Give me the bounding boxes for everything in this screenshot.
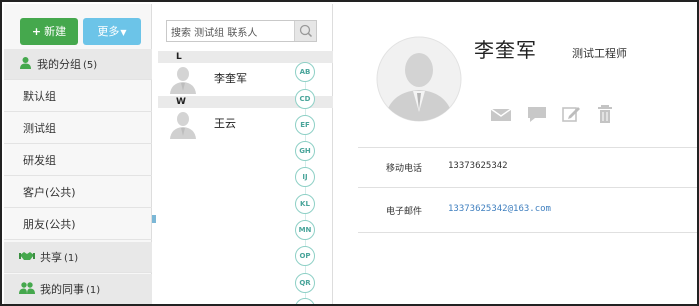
- sidebar-item-label: 研发组: [23, 154, 56, 167]
- new-contact-button[interactable]: + 新建: [20, 18, 78, 45]
- contact-name-heading: 李奎军: [474, 38, 537, 62]
- my-groups-header[interactable]: 我的分组 (5): [4, 49, 152, 80]
- delete-action-button[interactable]: [595, 104, 617, 124]
- more-button-label: 更多: [97, 25, 120, 38]
- handshake-icon: [19, 243, 35, 274]
- trash-icon: [598, 105, 612, 123]
- contact-name: 王云: [214, 117, 236, 130]
- alphabet-index-op[interactable]: OP: [295, 246, 315, 266]
- sidebar-item-label: 朋友(公共): [23, 218, 76, 231]
- group-sidebar: + 新建 更多▼ 我的分组 (5) 默认组 测试组 研发组 客户(公共) 朋友(公共…: [4, 4, 152, 304]
- more-button[interactable]: 更多▼: [83, 18, 141, 45]
- sidebar-resize-handle[interactable]: [152, 215, 156, 223]
- sidebar-item-label: 客户(公共): [23, 186, 76, 199]
- plus-icon: +: [31, 25, 42, 38]
- search-box: [166, 20, 317, 44]
- avatar: [168, 109, 198, 139]
- new-button-label: 新建: [44, 25, 67, 38]
- email-label: 电子邮件: [386, 207, 423, 217]
- sidebar-item-test-group[interactable]: 测试组: [4, 113, 152, 144]
- alphabet-index-ab[interactable]: AB: [295, 62, 315, 82]
- caret-down-icon: ▼: [120, 28, 127, 37]
- edit-action-button[interactable]: [560, 104, 582, 124]
- mobile-phone-label: 移动电话: [386, 164, 423, 174]
- shared-label: 共享: [40, 251, 62, 264]
- alphabet-index-kl[interactable]: KL: [295, 194, 315, 214]
- mobile-phone-value: 13373625342: [448, 161, 508, 171]
- divider: [358, 147, 697, 148]
- search-button[interactable]: [294, 21, 316, 41]
- colleagues-label: 我的同事: [40, 283, 84, 296]
- alphabet-index-qr[interactable]: QR: [295, 273, 315, 293]
- shared-header[interactable]: 共享 (1): [4, 242, 152, 273]
- message-action-button[interactable]: [526, 104, 548, 124]
- envelope-icon: [490, 108, 512, 121]
- chat-bubble-icon: [528, 107, 546, 122]
- alphabet-index-ef[interactable]: EF: [295, 115, 315, 135]
- contact-list-panel: L 李奎军 W 王云 AB CD EF GH IJ KL MN OP QR ST: [158, 4, 333, 304]
- person-icon: [19, 50, 32, 81]
- email-action-button[interactable]: [490, 104, 512, 124]
- alphabet-index-cd[interactable]: CD: [295, 89, 315, 109]
- sidebar-item-default-group[interactable]: 默认组: [4, 81, 152, 112]
- my-groups-count: (5): [83, 60, 98, 71]
- contact-job-title: 测试工程师: [572, 47, 627, 60]
- contact-avatar: [376, 36, 462, 122]
- sidebar-item-label: 默认组: [23, 90, 56, 103]
- contact-name: 李奎军: [214, 72, 247, 85]
- people-icon: [19, 275, 35, 305]
- alphabet-index-gh[interactable]: GH: [295, 141, 315, 161]
- contact-detail-panel: 李奎军 测试工程师 移动电话 13373625342 电子邮件 13373625…: [334, 4, 697, 304]
- alphabet-index-mn[interactable]: MN: [295, 220, 315, 240]
- edit-icon: [562, 107, 580, 122]
- divider: [358, 232, 697, 233]
- shared-count: (1): [64, 253, 79, 264]
- alphabet-index-ij[interactable]: IJ: [295, 167, 315, 187]
- search-icon: [299, 24, 313, 38]
- avatar: [168, 64, 198, 94]
- sidebar-item-friends[interactable]: 朋友(公共): [4, 209, 152, 240]
- search-input[interactable]: [167, 23, 293, 44]
- divider: [358, 187, 697, 188]
- email-link[interactable]: 13373625342@163.com: [448, 204, 551, 214]
- sidebar-item-dev-group[interactable]: 研发组: [4, 145, 152, 176]
- colleagues-count: (1): [86, 285, 101, 296]
- sidebar-item-label: 测试组: [23, 122, 56, 135]
- sidebar-item-clients[interactable]: 客户(公共): [4, 177, 152, 208]
- alphabet-index-st[interactable]: ST: [295, 298, 315, 304]
- colleagues-header[interactable]: 我的同事 (1): [4, 274, 152, 305]
- app-window: + 新建 更多▼ 我的分组 (5) 默认组 测试组 研发组 客户(公共) 朋友(公共…: [0, 0, 699, 306]
- my-groups-label: 我的分组: [37, 58, 81, 71]
